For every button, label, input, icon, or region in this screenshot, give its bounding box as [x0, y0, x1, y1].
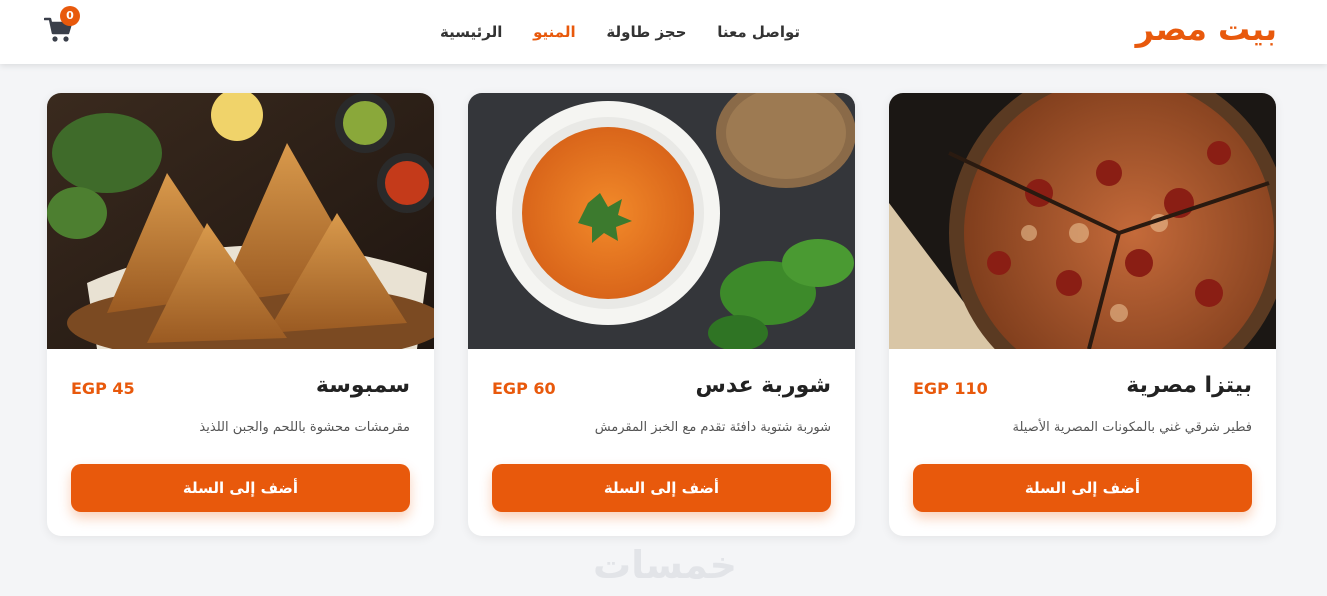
sambousa-image [47, 93, 434, 349]
menu-item-name: بيتزا مصرية [1126, 373, 1252, 398]
menu-item-name: سمبوسة [315, 373, 410, 398]
menu-card-sambousa: سمبوسة EGP 45 مقرمشات محشوة باللحم والجب… [47, 93, 434, 536]
menu-card-lentil-soup: شوربة عدس EGP 60 شوربة شتوية دافئة تقدم … [468, 93, 855, 536]
menu-item-name: شوربة عدس [695, 373, 831, 398]
nav-link-menu[interactable]: المنيو [533, 23, 575, 41]
add-to-cart-button[interactable]: أضف إلى السلة [913, 464, 1252, 512]
cart-count-badge: 0 [60, 6, 80, 26]
add-to-cart-button[interactable]: أضف إلى السلة [71, 464, 410, 512]
add-to-cart-button[interactable]: أضف إلى السلة [492, 464, 831, 512]
nav-link-home[interactable]: الرئيسية [440, 23, 502, 41]
menu-item-price: EGP 45 [71, 379, 135, 398]
menu-item-price: EGP 60 [492, 379, 556, 398]
pizza-image [889, 93, 1276, 349]
nav-link-reservation[interactable]: حجز طاولة [606, 23, 686, 41]
site-header: بيت مصر الرئيسية المنيو حجز طاولة تواصل … [0, 0, 1327, 64]
menu-item-description: فطير شرقي غني بالمكونات المصرية الأصيلة [1012, 420, 1252, 435]
watermark-logo: خمسات [593, 543, 737, 587]
menu-item-description: مقرمشات محشوة باللحم والجبن اللذيذ [199, 420, 410, 435]
menu-item-price: EGP 110 [913, 379, 988, 398]
main-nav: الرئيسية المنيو حجز طاولة تواصل معنا [440, 20, 800, 44]
nav-link-contact[interactable]: تواصل معنا [717, 23, 800, 41]
brand-logo[interactable]: بيت مصر [1136, 10, 1277, 48]
lentil-soup-image [468, 93, 855, 349]
menu-card-pizza: بيتزا مصرية EGP 110 فطير شرقي غني بالمكو… [889, 93, 1276, 536]
menu-item-description: شوربة شتوية دافئة تقدم مع الخبز المقرمش [594, 420, 831, 435]
